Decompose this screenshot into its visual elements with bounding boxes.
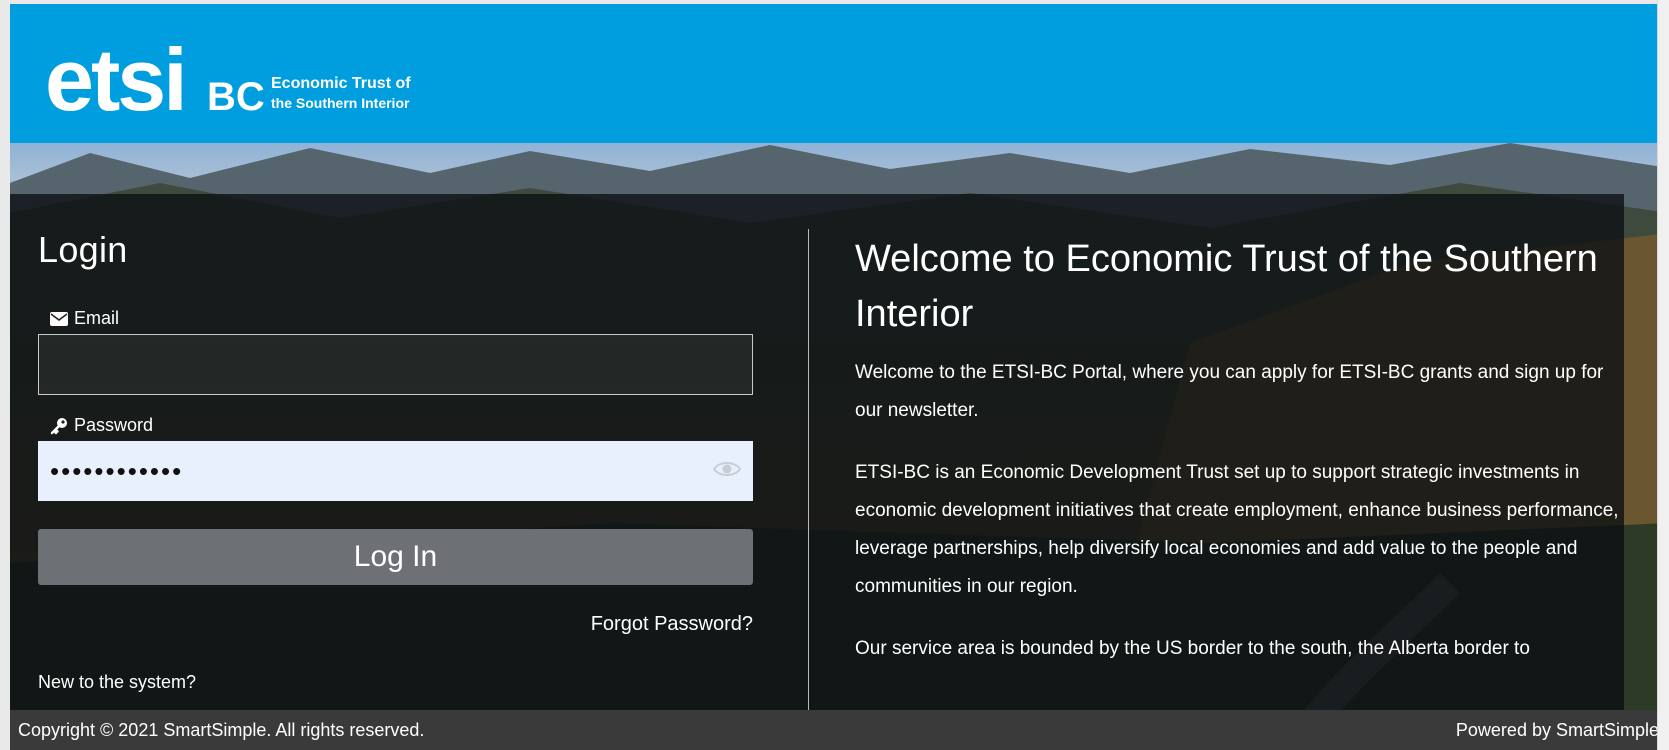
browser-scrollbar[interactable] <box>1657 0 1669 750</box>
password-label-text: Password <box>74 415 154 435</box>
welcome-paragraph-3: Our service area is bounded by the US bo… <box>855 638 1530 659</box>
envelope-icon <box>50 311 68 326</box>
powered-by-link[interactable]: Powered by SmartSimple <box>1456 720 1659 741</box>
svg-text:etsi: etsi <box>45 30 185 119</box>
svg-text:BC: BC <box>207 75 265 119</box>
email-field[interactable] <box>38 334 753 395</box>
new-to-system-text[interactable]: New to the system? <box>38 672 753 693</box>
svg-text:the Southern Interior: the Southern Interior <box>271 95 410 111</box>
welcome-title: Welcome to Economic Trust of the Souther… <box>855 238 1598 335</box>
logo-graphic: etsi BC Economic Trust of the Southern I… <box>45 30 411 119</box>
forgot-password-link[interactable]: Forgot Password? <box>38 613 753 636</box>
password-field-wrapper <box>38 441 753 501</box>
login-column: Login Email Password Log In <box>38 230 753 693</box>
password-field[interactable] <box>38 441 753 501</box>
email-label-text: Email <box>74 308 120 328</box>
column-divider <box>808 229 809 719</box>
welcome-paragraph-2: ETSI-BC is an Economic Development Trust… <box>855 462 1619 597</box>
welcome-column: Welcome to Economic Trust of the Souther… <box>855 232 1625 668</box>
password-label: Password <box>38 415 753 436</box>
site-footer: Copyright © 2021 SmartSimple. All rights… <box>10 710 1669 750</box>
login-panel: Login Email Password Log In <box>10 194 1625 719</box>
etsi-bc-logo[interactable]: etsi BC Economic Trust of the Southern I… <box>45 24 445 119</box>
log-in-button[interactable]: Log In <box>38 529 753 585</box>
site-header: etsi BC Economic Trust of the Southern I… <box>10 4 1669 143</box>
email-label: Email <box>38 308 753 329</box>
welcome-paragraph-1: Welcome to the ETSI-BC Portal, where you… <box>855 362 1604 421</box>
eye-icon[interactable] <box>712 459 742 484</box>
svg-text:Economic Trust of: Economic Trust of <box>271 75 411 92</box>
copyright-text: Copyright © 2021 SmartSimple. All rights… <box>18 719 425 740</box>
login-title: Login <box>38 229 128 270</box>
key-icon <box>50 417 68 435</box>
page-frame: etsi BC Economic Trust of the Southern I… <box>10 4 1669 750</box>
